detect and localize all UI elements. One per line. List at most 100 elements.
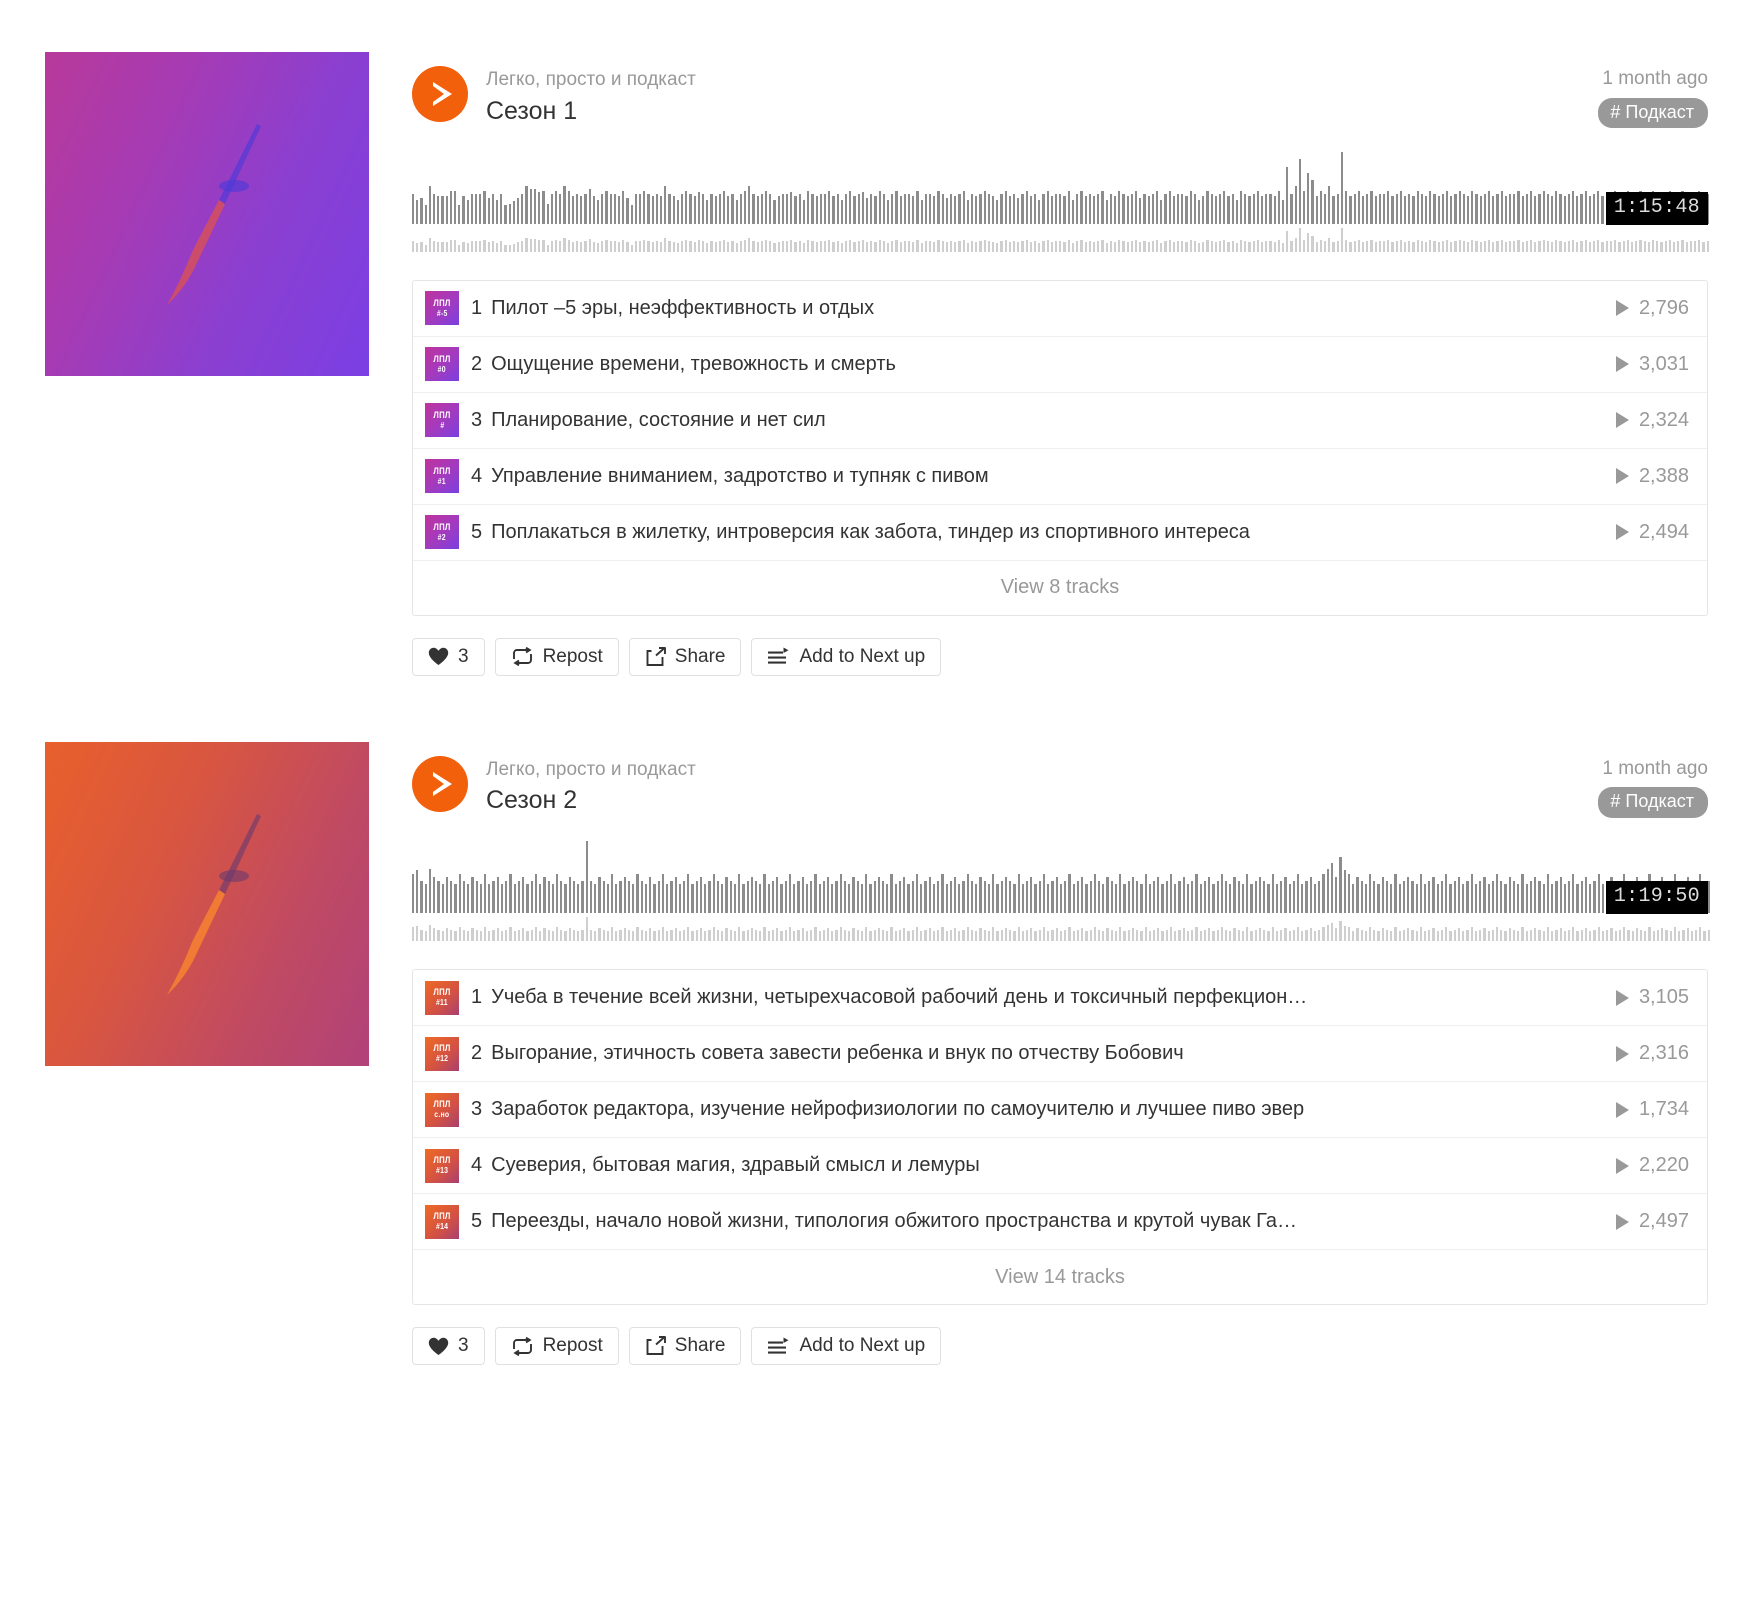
waveform-bar: [685, 150, 688, 260]
track-row[interactable]: ЛПЛ #3 Планирование, состояние и нет сил 2,…: [413, 393, 1707, 449]
track-title[interactable]: Ощущение времени, тревожность и смерть: [491, 353, 1596, 376]
track-title[interactable]: Учеба в течение всей жизни, четырехчасов…: [491, 986, 1596, 1009]
playlist-title[interactable]: Сезон 2: [486, 785, 696, 815]
playlist-tag[interactable]: # Подкаст: [1598, 787, 1708, 818]
track-title[interactable]: Пилот –5 эры, неэффективность и отдых: [491, 297, 1596, 320]
view-all-tracks-link[interactable]: View 8 tracks: [413, 561, 1707, 615]
track-title[interactable]: Суеверия, бытовая магия, здравый смысл и…: [491, 1154, 1596, 1177]
share-button[interactable]: Share: [628, 637, 742, 676]
waveform-bar: [763, 839, 766, 949]
waveform-bar: [1089, 839, 1092, 949]
waveform-bar: [780, 839, 783, 949]
waveform-bar: [466, 150, 469, 260]
track-title[interactable]: Переезды, начало новой жизни, типология …: [491, 1210, 1596, 1233]
waveform-bar: [802, 150, 806, 260]
track-title[interactable]: Заработок редактора, изучение нейрофизио…: [491, 1098, 1596, 1121]
waveform-bar: [627, 839, 631, 949]
like-button[interactable]: 3: [412, 637, 485, 676]
add-to-next-up-button[interactable]: Add to Next up: [751, 637, 942, 676]
waveform-bar: [773, 150, 776, 260]
waveform-bar: [496, 150, 499, 260]
repost-button[interactable]: Repost: [494, 1327, 619, 1366]
play-count-icon: [1615, 1101, 1629, 1118]
track-row[interactable]: ЛПЛ #13 4 Суеверия, бытовая магия, здравый …: [413, 1138, 1707, 1195]
thumbnail-line-1: ЛПЛ: [433, 1155, 451, 1166]
waveform-bar: [1542, 150, 1545, 260]
view-all-tracks-link[interactable]: View 14 tracks: [413, 1250, 1707, 1304]
waveform-bar: [958, 150, 961, 260]
share-button[interactable]: Share: [628, 1327, 742, 1366]
waveform-bar: [1370, 150, 1373, 260]
waveform-bar: [1462, 839, 1465, 949]
playlist-artwork-2[interactable]: [45, 741, 369, 1066]
repost-button[interactable]: Repost: [494, 637, 619, 676]
waveform-bar: [818, 839, 821, 949]
play-count: 2,494: [1615, 521, 1689, 544]
waveform-bar: [462, 150, 465, 260]
add-to-next-up-button[interactable]: Add to Next up: [751, 1327, 942, 1366]
waveform-bar: [1294, 150, 1297, 260]
waveform-bar: [1538, 839, 1541, 949]
track-row[interactable]: ЛПЛ #-5 1 Пилот –5 эры, неэффективность и о…: [413, 281, 1707, 337]
waveform-bar: [1373, 839, 1376, 949]
waveform-bar: [1182, 839, 1185, 949]
waveform-bar: [1261, 150, 1264, 260]
track-row[interactable]: ЛПЛ #1 4 Управление вниманием, задротство и…: [413, 449, 1707, 505]
waveform[interactable]: 1:15:48: [412, 150, 1709, 260]
waveform-bar: [1601, 150, 1604, 260]
waveform-bar: [767, 839, 770, 949]
waveform-bar: [1252, 150, 1255, 260]
waveform-bar: [1151, 150, 1154, 260]
waveform-bar: [1143, 150, 1146, 260]
waveform-bar: [1336, 150, 1339, 260]
track-row[interactable]: ЛПЛ #2 5 Поплакаться в жилетку, интроверсия…: [413, 505, 1707, 561]
track-row[interactable]: ЛПЛ #14 5 Переезды, начало новой жизни, тип…: [413, 1194, 1707, 1251]
track-row[interactable]: ЛПЛ с.но 3 Заработок редактора, изучение не…: [413, 1082, 1707, 1139]
waveform-bar: [1197, 150, 1201, 260]
waveform-bar: [1559, 150, 1562, 260]
add-to-next-up-icon: [767, 1337, 790, 1356]
waveform-bar: [458, 150, 461, 260]
waveform-bar: [659, 150, 663, 260]
track-title[interactable]: Поплакаться в жилетку, интроверсия как з…: [491, 521, 1596, 544]
waveform-bar: [1248, 150, 1251, 260]
playlist-artist[interactable]: Легко, просто и подкаст: [486, 67, 696, 93]
track-row[interactable]: ЛПЛ #0 2 Ощущение времени, тревожность и см…: [413, 337, 1707, 393]
waveform-bar: [1597, 839, 1600, 949]
waveform-bar: [1454, 150, 1457, 260]
like-button[interactable]: 3: [412, 1327, 485, 1366]
waveform[interactable]: 1:19:50: [412, 839, 1710, 949]
playlist-tag[interactable]: # Подкаст: [1598, 97, 1708, 129]
waveform-bar: [1169, 839, 1173, 949]
track-title[interactable]: Управление вниманием, задротство и тупня…: [491, 465, 1596, 488]
waveform-bar: [1231, 150, 1234, 260]
playlist-titles: Легко, просто и подкаст Сезон 1: [486, 66, 696, 126]
waveform-bar: [781, 150, 785, 260]
play-icon[interactable]: [412, 755, 468, 812]
track-row[interactable]: ЛПЛ #11 1 Учеба в течение всей жизни, четыр…: [413, 970, 1707, 1027]
waveform-bar: [1202, 150, 1205, 260]
playlist-title[interactable]: Сезон 1: [486, 96, 696, 126]
waveform-bar: [500, 839, 504, 949]
track-title[interactable]: Выгорание, этичность совета завести ребе…: [491, 1042, 1596, 1065]
waveform-bar: [492, 839, 495, 949]
waveform-bar: [1563, 839, 1566, 949]
play-icon[interactable]: [412, 66, 468, 122]
waveform-bar: [588, 150, 591, 260]
waveform-bar: [1390, 839, 1393, 949]
waveform-bar: [1286, 150, 1289, 260]
waveform-bar: [1174, 839, 1177, 949]
playlist-artwork-1[interactable]: [45, 52, 369, 376]
track-title[interactable]: Планирование, состояние и нет сил: [491, 409, 1596, 432]
waveform-bar: [683, 839, 686, 949]
waveform-bar: [1576, 839, 1579, 949]
playlist-titles: Легко, просто и подкаст Сезон 2: [486, 756, 696, 816]
waveform-bar: [619, 839, 622, 949]
waveform-bar: [1047, 839, 1050, 949]
track-row[interactable]: ЛПЛ #12 2 Выгорание, этичность совета завес…: [413, 1026, 1707, 1083]
waveform-bar: [848, 839, 851, 949]
playlist-artist[interactable]: Легко, просто и подкаст: [486, 757, 696, 783]
waveform-bar: [1235, 150, 1239, 260]
waveform-bar: [1063, 150, 1066, 260]
like-count: 3: [458, 645, 469, 667]
